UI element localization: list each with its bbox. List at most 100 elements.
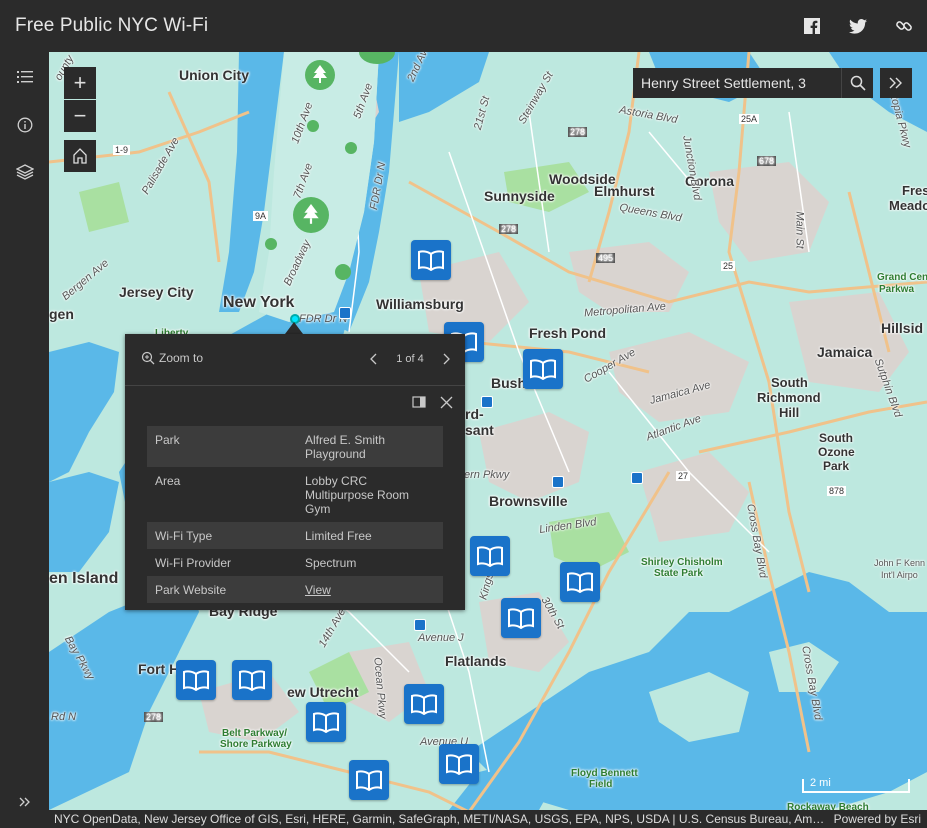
wifi-location-marker[interactable] — [411, 240, 451, 280]
map-label-floyd-bennett-1: Floyd Bennett — [571, 768, 638, 779]
shield-878: 878 — [827, 486, 847, 496]
info-icon — [17, 117, 32, 133]
table-row: Area Lobby CRC Multipurpose Room Gym — [147, 467, 443, 522]
map-view[interactable]: Union City Jersey City New York Williams… — [49, 52, 927, 810]
app-header: Free Public NYC Wi-Fi — [0, 0, 927, 52]
wifi-location-marker[interactable] — [232, 660, 272, 700]
road-label-avenue-j: Avenue J — [418, 632, 464, 644]
park-website-link[interactable]: View — [305, 583, 331, 597]
wifi-small-marker[interactable] — [339, 307, 351, 319]
attribute-value: Limited Free — [297, 522, 443, 549]
twitter-share-button[interactable] — [835, 0, 881, 52]
attribution-bar: NYC OpenData, New Jersey Office of GIS, … — [49, 810, 927, 828]
popup-pager: 1 of 4 — [369, 347, 451, 371]
map-label-fresh-meadows-2: Meado — [889, 198, 927, 213]
search-input[interactable] — [633, 75, 840, 91]
attribute-key: Park Website — [147, 576, 297, 603]
expand-search-button[interactable] — [880, 68, 912, 98]
map-label-jfk-1: John F Kenn — [874, 558, 926, 568]
facebook-icon — [804, 18, 820, 34]
table-row: Wi-Fi Provider Spectrum — [147, 549, 443, 576]
wifi-location-marker[interactable] — [404, 684, 444, 724]
table-row: Park Alfred E. Smith Playground — [147, 426, 443, 467]
feature-popup: Zoom to 1 of 4 Park Alfred E. Smith Playg… — [125, 334, 465, 610]
tree-icon — [313, 65, 327, 83]
map-label-sunnyside: Sunnyside — [484, 188, 555, 204]
map-label-south-richmond-1: South — [771, 375, 808, 390]
wifi-location-marker[interactable] — [176, 660, 216, 700]
map-label-brownsville: Brownsville — [489, 493, 568, 509]
wifi-location-marker[interactable] — [306, 702, 346, 742]
wifi-location-marker[interactable] — [523, 349, 563, 389]
wifi-small-marker[interactable] — [631, 472, 643, 484]
zoom-in-button[interactable]: + — [64, 67, 96, 99]
copy-link-button[interactable] — [881, 0, 927, 52]
park-marker[interactable] — [265, 238, 277, 250]
book-icon — [411, 694, 437, 715]
map-label-jamaica: Jamaica — [817, 344, 873, 360]
park-marker[interactable] — [335, 264, 351, 280]
map-label-south-richmond-3: Hill — [779, 405, 800, 420]
scale-bar: 2 mi — [802, 777, 910, 793]
wifi-small-marker[interactable] — [414, 619, 426, 631]
attribute-value: Spectrum — [297, 549, 443, 576]
search-button[interactable] — [841, 68, 873, 98]
home-button[interactable] — [64, 140, 96, 172]
pager-label: 1 of 4 — [396, 353, 424, 365]
dock-button[interactable] — [412, 396, 426, 408]
zoom-out-button[interactable]: − — [64, 100, 96, 132]
park-marker[interactable] — [307, 120, 319, 132]
map-label-south-ozone-1: South — [819, 431, 853, 445]
legend-button[interactable] — [0, 54, 49, 100]
shield-495: 495 — [596, 253, 616, 263]
map-label-staten-island: en Island — [49, 570, 119, 587]
map-label-south-richmond-2: Richmond — [757, 390, 821, 405]
attribute-key: Wi-Fi Provider — [147, 549, 297, 576]
powered-by-link[interactable]: Powered by Esri — [828, 812, 927, 826]
book-icon — [356, 770, 382, 791]
map-label-belt-parkway-2: Shore Parkway — [220, 739, 292, 750]
minus-icon: − — [73, 103, 87, 128]
shield-25a: 25A — [739, 114, 760, 124]
book-icon — [567, 572, 593, 593]
wifi-small-marker[interactable] — [481, 396, 493, 408]
next-feature-button[interactable] — [441, 353, 451, 365]
map-label-rockaway: Rockaway Beach — [787, 802, 869, 810]
close-popup-button[interactable] — [440, 396, 453, 409]
wifi-small-marker[interactable] — [552, 476, 564, 488]
park-marker[interactable] — [305, 60, 335, 90]
plus-icon: + — [73, 70, 87, 95]
park-marker[interactable] — [293, 197, 329, 233]
map-label-south-ozone-3: Park — [823, 459, 850, 473]
zoom-to-label: Zoom to — [159, 351, 204, 365]
expand-icon — [19, 797, 30, 807]
map-label-flatlands: Flatlands — [445, 653, 507, 669]
park-marker[interactable] — [345, 142, 357, 154]
attribution-text[interactable]: NYC OpenData, New Jersey Office of GIS, … — [54, 812, 828, 826]
layers-icon — [15, 164, 34, 180]
wifi-location-marker[interactable] — [349, 760, 389, 800]
wifi-location-marker[interactable] — [470, 536, 510, 576]
book-icon — [239, 670, 265, 691]
book-icon — [183, 670, 209, 691]
wifi-location-marker[interactable] — [501, 598, 541, 638]
about-button[interactable] — [0, 102, 49, 148]
expand-panel-button[interactable] — [0, 779, 49, 825]
book-icon — [313, 712, 339, 733]
layers-button[interactable] — [0, 149, 49, 195]
attribute-table: Park Alfred E. Smith Playground Area Lobby… — [147, 426, 443, 603]
shield-278a: 278 — [568, 127, 588, 137]
map-label-new-york: New York — [223, 294, 295, 311]
map-label-belt-parkway-1: Belt Parkway/ — [222, 728, 288, 739]
zoom-to-button[interactable]: Zoom to — [141, 351, 203, 365]
wifi-location-marker[interactable] — [439, 744, 479, 784]
map-label-grand-central-2: Parkwa — [879, 284, 915, 295]
facebook-share-button[interactable] — [789, 0, 835, 52]
book-icon — [508, 608, 534, 629]
side-rail — [0, 52, 49, 828]
attribute-value: Lobby CRC Multipurpose Room Gym — [297, 467, 443, 522]
table-row: Park Website View — [147, 576, 443, 603]
wifi-location-marker[interactable] — [560, 562, 600, 602]
road-label-eastern: ern Pkwy — [464, 469, 510, 481]
previous-feature-button[interactable] — [369, 353, 379, 365]
